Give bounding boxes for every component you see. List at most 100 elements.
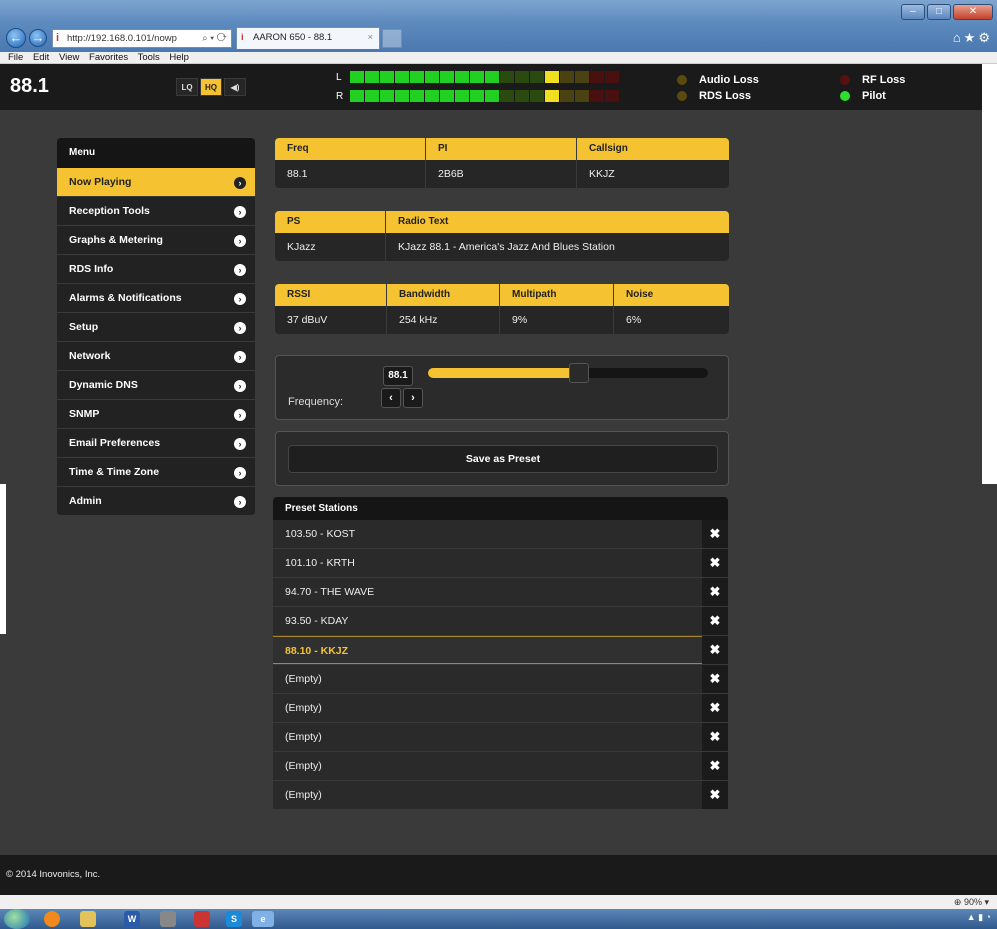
app-icon[interactable] [194, 911, 210, 927]
status-rf-loss: RF Loss [840, 72, 905, 88]
delete-preset-icon[interactable]: ✖ [702, 752, 728, 780]
start-orb-icon[interactable] [4, 909, 30, 929]
chevron-right-icon: › [234, 409, 246, 421]
system-tray-icon[interactable]: ▲ ▮ ◔ [967, 912, 991, 923]
speaker-icon[interactable]: ◀) [224, 78, 246, 96]
meter-segment [545, 90, 559, 102]
save-as-preset-button[interactable]: Save as Preset [288, 445, 718, 473]
menu-tools[interactable]: Tools [138, 52, 160, 63]
preset-label[interactable]: 101.10 - KRTH [273, 549, 702, 577]
browser-menubar: File Edit View Favorites Tools Help [0, 52, 997, 64]
sidebar-item-admin[interactable]: Admin › [57, 487, 255, 516]
sidebar-item-snmp[interactable]: SNMP › [57, 400, 255, 429]
zoom-icon[interactable]: ⊕ [954, 897, 962, 907]
close-window-button[interactable]: ✕ [953, 4, 993, 20]
new-tab-button[interactable] [382, 29, 402, 48]
step-down-button[interactable]: ‹ [381, 388, 401, 408]
preset-row[interactable]: (Empty) ✖ [273, 752, 728, 781]
word-icon[interactable]: W [124, 911, 140, 927]
delete-preset-icon[interactable]: ✖ [702, 723, 728, 751]
preset-label[interactable]: (Empty) [273, 694, 702, 722]
delete-preset-icon[interactable]: ✖ [702, 607, 728, 635]
slider-thumb[interactable] [569, 363, 590, 383]
meter-segment [440, 90, 454, 102]
meter-segment [485, 90, 499, 102]
skype-icon[interactable]: S [226, 911, 242, 927]
address-bar[interactable]: i http://192.168.0.101/nowp ⌕ ▾ ⟳ [52, 29, 232, 48]
preset-stations-title: Preset Stations [273, 497, 728, 520]
sidebar-item-now-playing[interactable]: Now Playing › [57, 168, 255, 197]
preset-row[interactable]: 101.10 - KRTH ✖ [273, 549, 728, 578]
menu-view[interactable]: View [59, 52, 79, 63]
sidebar-item-network[interactable]: Network › [57, 342, 255, 371]
ps-header: PS [275, 211, 386, 233]
status-led-icon [677, 91, 687, 101]
meter-segment [530, 90, 544, 102]
preset-label[interactable]: 93.50 - KDAY [273, 607, 702, 635]
preset-row[interactable]: 103.50 - KOST ✖ [273, 520, 728, 549]
preset-label[interactable]: (Empty) [273, 752, 702, 780]
preset-label[interactable]: 103.50 - KOST [273, 520, 702, 548]
sidebar-item-email-preferences[interactable]: Email Preferences › [57, 429, 255, 458]
sidebar-item-dynamic-dns[interactable]: Dynamic DNS › [57, 371, 255, 400]
menu-help[interactable]: Help [169, 52, 189, 63]
radio-text-value: KJazz 88.1 - America's Jazz And Blues St… [386, 233, 729, 261]
sidebar-item-time-time-zone[interactable]: Time & Time Zone › [57, 458, 255, 487]
menu-edit[interactable]: Edit [33, 52, 49, 63]
media-player-icon[interactable] [44, 911, 60, 927]
rssi-value: 37 dBuV [275, 306, 387, 334]
address-tools-icon[interactable]: ⌕ ▾ ⟳ [202, 30, 227, 47]
minimize-button[interactable]: – [901, 4, 925, 20]
lq-button[interactable]: LQ [176, 78, 198, 96]
frequency-stepper: ‹ › [381, 388, 423, 408]
browser-toolbar-icons[interactable]: ⌂★⚙ [953, 30, 993, 46]
multipath-value: 9% [500, 306, 614, 334]
back-icon[interactable]: ← [6, 28, 26, 48]
pi-header: PI [426, 138, 577, 160]
sidebar-item-reception-tools[interactable]: Reception Tools › [57, 197, 255, 226]
maximize-button[interactable]: □ [927, 4, 951, 20]
sidebar-item-label: RDS Info [69, 263, 114, 275]
sidebar-item-setup[interactable]: Setup › [57, 313, 255, 342]
delete-preset-icon[interactable]: ✖ [702, 636, 728, 664]
ie-icon[interactable]: e [252, 911, 274, 927]
meter-segment [605, 71, 619, 83]
preset-row[interactable]: 88.10 - KKJZ ✖ [273, 636, 728, 665]
preset-row[interactable]: (Empty) ✖ [273, 694, 728, 723]
preset-label[interactable]: (Empty) [273, 723, 702, 751]
delete-preset-icon[interactable]: ✖ [702, 665, 728, 693]
menu-file[interactable]: File [8, 52, 23, 63]
zoom-level[interactable]: 90% [964, 897, 982, 907]
preset-row[interactable]: 93.50 - KDAY ✖ [273, 607, 728, 636]
step-up-button[interactable]: › [403, 388, 423, 408]
delete-preset-icon[interactable]: ✖ [702, 694, 728, 722]
preset-row[interactable]: (Empty) ✖ [273, 665, 728, 694]
delete-preset-icon[interactable]: ✖ [702, 549, 728, 577]
preset-label[interactable]: 94.70 - THE WAVE [273, 578, 702, 606]
delete-preset-icon[interactable]: ✖ [702, 520, 728, 548]
chevron-right-icon: › [234, 177, 246, 189]
preset-label[interactable]: (Empty) [273, 665, 702, 693]
forward-icon[interactable]: → [29, 29, 47, 47]
preset-label[interactable]: 88.10 - KKJZ [273, 636, 702, 664]
preset-row[interactable]: 94.70 - THE WAVE ✖ [273, 578, 728, 607]
app-icon[interactable] [160, 911, 176, 927]
sidebar-item-alarms-notifications[interactable]: Alarms & Notifications › [57, 284, 255, 313]
frequency-value-box[interactable]: 88.1 [383, 366, 413, 386]
tab-close-icon[interactable]: × [367, 28, 373, 48]
delete-preset-icon[interactable]: ✖ [702, 578, 728, 606]
browser-tab[interactable]: i AARON 650 - 88.1 × [236, 27, 380, 49]
preset-row[interactable]: (Empty) ✖ [273, 781, 728, 810]
preset-label[interactable]: (Empty) [273, 781, 702, 809]
frequency-slider[interactable] [428, 363, 708, 383]
folder-icon[interactable] [80, 911, 96, 927]
sidebar-item-rds-info[interactable]: RDS Info › [57, 255, 255, 284]
preset-row[interactable]: (Empty) ✖ [273, 723, 728, 752]
meter-segment [515, 71, 529, 83]
hq-button[interactable]: HQ [200, 78, 222, 96]
meter-channel-label: L [336, 71, 342, 83]
delete-preset-icon[interactable]: ✖ [702, 781, 728, 809]
menu-favorites[interactable]: Favorites [89, 52, 128, 63]
sidebar-item-label: Time & Time Zone [69, 466, 160, 478]
sidebar-item-graphs-metering[interactable]: Graphs & Metering › [57, 226, 255, 255]
